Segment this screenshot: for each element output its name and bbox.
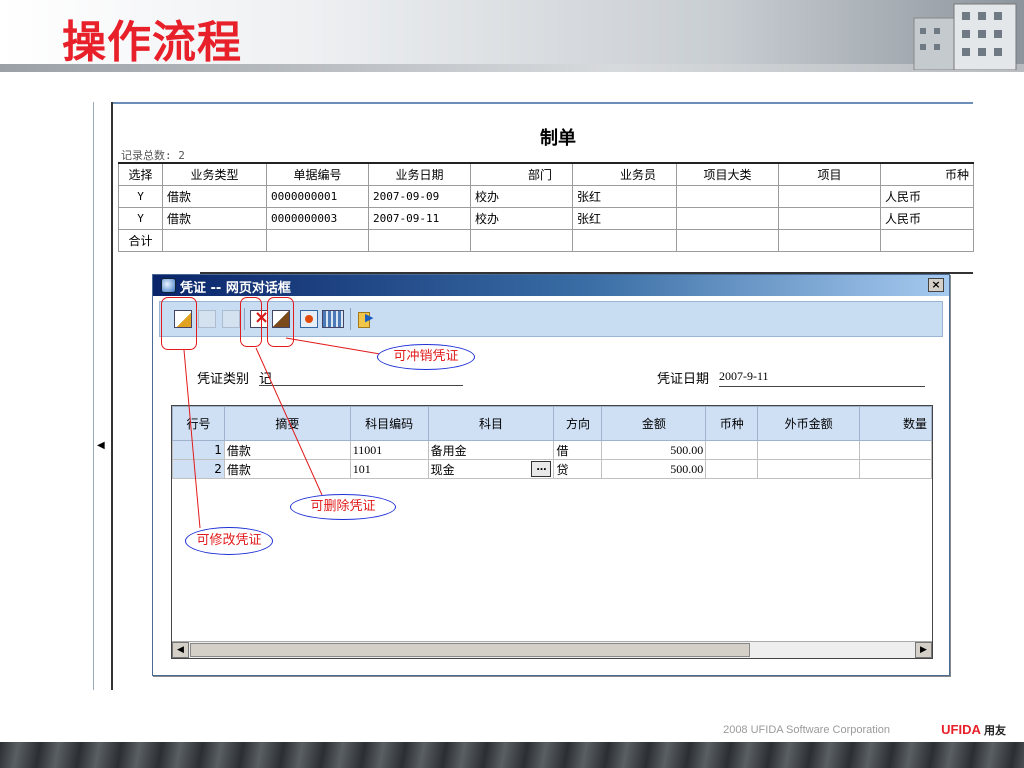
delete-highlight — [240, 297, 262, 347]
brand-name: UFIDA — [941, 722, 981, 737]
annotation-lines — [183, 337, 381, 529]
footer-copyright: 2008 UFIDA Software Corporation — [723, 724, 890, 736]
annotation-reverse: 可冲销凭证 — [377, 344, 475, 370]
reverse-highlight — [267, 297, 294, 347]
ufida-logo: UFIDA 用友 — [941, 722, 1006, 738]
footer-strip — [0, 742, 1024, 768]
annotation-edit: 可修改凭证 — [185, 527, 273, 555]
annotation-delete: 可删除凭证 — [290, 494, 396, 520]
edit-highlight — [161, 297, 197, 350]
brand-cn: 用友 — [984, 725, 1006, 737]
